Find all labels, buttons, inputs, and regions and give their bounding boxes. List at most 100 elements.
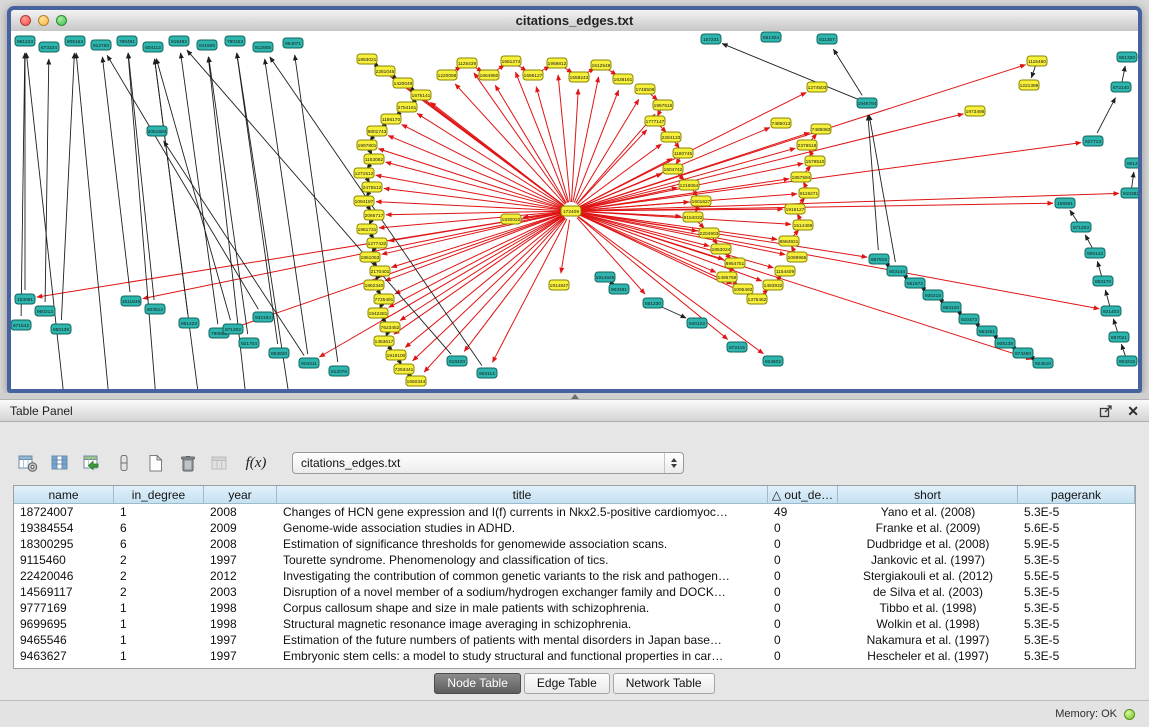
graph-node[interactable]: 1089965 — [787, 252, 807, 262]
graph-node[interactable]: 1220058 — [437, 70, 457, 80]
graph-edge[interactable] — [580, 213, 1099, 309]
graph-edge[interactable] — [128, 53, 160, 389]
graph-node[interactable]: 1558243 — [569, 72, 589, 82]
graph-node[interactable]: 805164 — [65, 36, 85, 46]
graph-node[interactable]: 2204903 — [699, 228, 719, 238]
graph-node[interactable]: 1997801 — [357, 140, 377, 150]
graph-node[interactable]: 1542281 — [368, 308, 388, 318]
graph-edge[interactable] — [1113, 319, 1117, 333]
graph-node[interactable]: 1612548 — [591, 60, 611, 70]
graph-node[interactable]: 1777147 — [645, 116, 665, 126]
graph-node[interactable]: 1638161 — [613, 74, 633, 84]
graph-node[interactable]: 9119271 — [799, 188, 819, 198]
graph-node[interactable]: 961223 — [15, 36, 35, 46]
graph-edge[interactable] — [391, 214, 562, 268]
graph-node[interactable]: 1961731 — [357, 224, 377, 234]
graph-node[interactable]: 1914845 — [595, 272, 615, 282]
graph-edge[interactable] — [1132, 172, 1134, 188]
graph-edge[interactable] — [405, 217, 564, 348]
column-header-out_de[interactable]: △ out_de… — [768, 486, 838, 504]
graph-node[interactable]: 954071 — [283, 38, 303, 48]
graph-node[interactable]: 1851053 — [360, 252, 380, 262]
graph-node[interactable]: 912750 — [91, 40, 111, 50]
graph-node[interactable]: 867021 — [1109, 332, 1129, 342]
graph-node[interactable]: 812076 — [329, 366, 349, 376]
graph-node[interactable]: 872415 — [727, 342, 747, 352]
graph-node[interactable]: 861423 — [179, 318, 199, 328]
graph-node[interactable]: 851230 — [643, 298, 663, 308]
table-row[interactable]: 1872400712008Changes of HCN gene express… — [14, 504, 1135, 520]
graph-node[interactable]: 1511848 — [121, 296, 141, 306]
graph-node[interactable]: 1221398 — [1019, 80, 1039, 90]
graph-node[interactable]: 1186170 — [381, 114, 401, 124]
graph-edge[interactable] — [388, 136, 563, 208]
graph-edge[interactable] — [580, 193, 1119, 210]
graph-node[interactable]: 1604742 — [663, 164, 683, 174]
graph-edge[interactable] — [833, 49, 862, 95]
column-header-short[interactable]: short — [838, 486, 1018, 504]
graph-node[interactable]: 9154032 — [683, 212, 703, 222]
graph-edge[interactable] — [386, 162, 563, 209]
graph-node[interactable]: 924510 — [1033, 358, 1053, 368]
table-row[interactable]: 1938455462009Genome-wide association stu… — [14, 520, 1135, 536]
graph-node[interactable]: 903512 — [145, 304, 165, 314]
graph-node[interactable]: 861450 — [1125, 158, 1138, 168]
graph-edge[interactable] — [580, 214, 1032, 359]
float-panel-icon[interactable] — [1099, 404, 1113, 418]
graph-node[interactable]: 903144 — [887, 266, 907, 276]
graph-edge[interactable] — [295, 55, 338, 362]
graph-node[interactable]: 1493932 — [763, 280, 783, 290]
graph-node[interactable]: 863114 — [477, 368, 497, 378]
graph-edge[interactable] — [21, 53, 25, 316]
graph-edge[interactable] — [107, 55, 258, 309]
graph-node[interactable]: 960213 — [35, 306, 55, 316]
graph-node[interactable]: 1748508 — [635, 84, 655, 94]
graph-node[interactable]: 1919100 — [386, 350, 406, 360]
graph-edge[interactable] — [1070, 210, 1078, 223]
graph-edge[interactable] — [576, 99, 639, 203]
graph-node[interactable]: 930215 — [923, 290, 943, 300]
graph-node[interactable]: 841905 — [197, 40, 217, 50]
graph-node[interactable]: 1853024 — [711, 244, 731, 254]
graph-node[interactable]: 790481 — [117, 36, 137, 46]
row-height-button[interactable] — [110, 450, 138, 476]
graph-node[interactable]: 1514469 — [793, 220, 813, 230]
table-row[interactable]: 946554611997Estimation of the future num… — [14, 632, 1135, 648]
graph-edge[interactable] — [143, 213, 562, 299]
graph-node[interactable]: 1579510 — [805, 156, 825, 166]
map-table-button[interactable] — [206, 450, 234, 476]
graph-edge[interactable] — [722, 44, 859, 100]
graph-edge[interactable] — [572, 89, 579, 202]
import-table-button[interactable] — [78, 450, 106, 476]
graph-node[interactable]: 950139 — [51, 324, 71, 334]
graph-node[interactable]: 853920 — [269, 348, 289, 358]
graph-node[interactable]: 2066717 — [364, 210, 384, 220]
network-graph[interactable]: 1724091863021228104514200491675141275416… — [11, 31, 1138, 389]
graph-node[interactable]: 2051693 — [147, 126, 167, 136]
graph-node[interactable]: 906142 — [1085, 248, 1105, 258]
graph-node[interactable]: 921704 — [239, 338, 259, 348]
graph-node[interactable]: 1277432 — [367, 238, 387, 248]
tab-network-table[interactable]: Network Table — [613, 673, 715, 694]
graph-edge[interactable] — [1031, 65, 1035, 78]
memory-indicator[interactable] — [1124, 709, 1135, 720]
graph-node[interactable]: 873104 — [39, 42, 59, 52]
graph-edge[interactable] — [869, 115, 895, 262]
network-canvas[interactable]: 1724091863021228104514200491675141275416… — [11, 31, 1138, 389]
graph-node[interactable]: 932184 — [253, 312, 273, 322]
graph-node[interactable]: 853170 — [1093, 276, 1113, 286]
graph-node[interactable]: 7623452 — [380, 322, 400, 332]
graph-edge[interactable] — [1122, 66, 1125, 82]
graph-edge[interactable] — [661, 307, 686, 318]
graph-node[interactable]: 1830022 — [501, 214, 521, 224]
graph-node[interactable]: 9584921 — [779, 236, 799, 246]
graph-edge[interactable] — [424, 218, 565, 372]
graph-edge[interactable] — [128, 53, 154, 300]
graph-node[interactable]: 2170401 — [370, 266, 390, 276]
tab-node-table[interactable]: Node Table — [434, 673, 521, 694]
graph-edge[interactable] — [431, 102, 564, 205]
graph-node[interactable]: 903481 — [609, 284, 629, 294]
graph-edge[interactable] — [156, 59, 230, 321]
delete-columns-button[interactable] — [174, 450, 202, 476]
graph-node[interactable]: 1125439 — [457, 58, 477, 68]
